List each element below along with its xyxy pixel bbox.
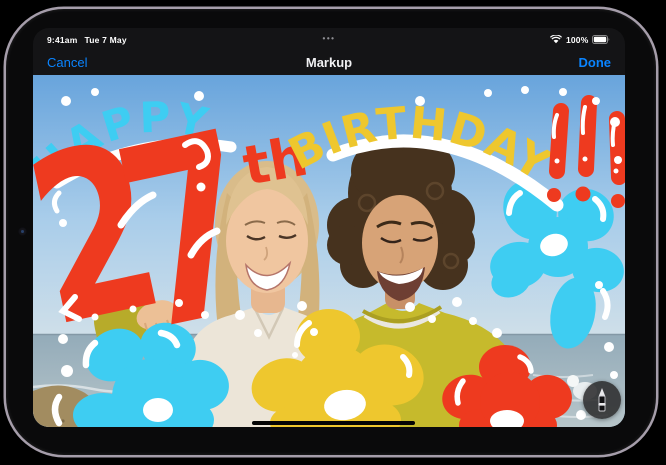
status-center-indicator: ••• xyxy=(33,34,625,43)
page-title: Markup xyxy=(33,55,625,70)
home-indicator[interactable] xyxy=(252,421,415,425)
photo-scene: HAPPY 2 7 xyxy=(33,75,625,427)
marker-pen-icon xyxy=(583,381,621,419)
cancel-button[interactable]: Cancel xyxy=(47,49,87,75)
markup-toolbar: Cancel Markup Done xyxy=(33,49,625,75)
front-camera-icon xyxy=(18,227,27,236)
done-button[interactable]: Done xyxy=(579,49,612,75)
status-bar: 9:41am Tue 7 May 100% • xyxy=(33,28,625,49)
photo-markup-canvas[interactable]: HAPPY 2 7 xyxy=(33,75,625,427)
page-background: 9:41am Tue 7 May 100% • xyxy=(0,0,666,465)
pen-tool-button[interactable] xyxy=(583,381,621,419)
ipad-screen: 9:41am Tue 7 May 100% • xyxy=(33,28,625,427)
ipad-device-frame: 9:41am Tue 7 May 100% • xyxy=(6,9,656,455)
